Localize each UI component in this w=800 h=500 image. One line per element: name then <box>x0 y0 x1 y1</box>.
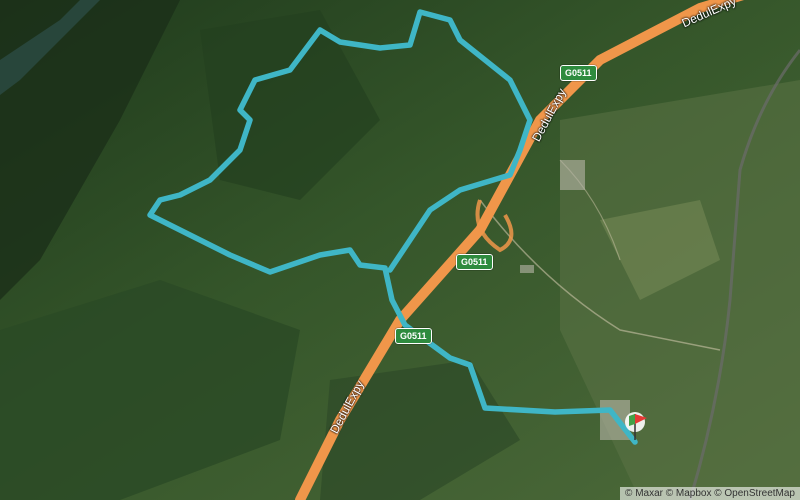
highway-shield-g0511-south: G0511 <box>395 328 432 344</box>
highway-shield-g0511-middle: G0511 <box>456 254 493 270</box>
map-view[interactable]: G0511 G0511 G0511 DedulExpy DedulExpy De… <box>0 0 800 500</box>
route-overlay <box>147 0 745 500</box>
highway-shield-g0511-north: G0511 <box>560 65 597 81</box>
expressway-road <box>295 0 745 500</box>
map-attribution[interactable]: © Maxar © Mapbox © OpenStreetMap <box>620 487 800 500</box>
